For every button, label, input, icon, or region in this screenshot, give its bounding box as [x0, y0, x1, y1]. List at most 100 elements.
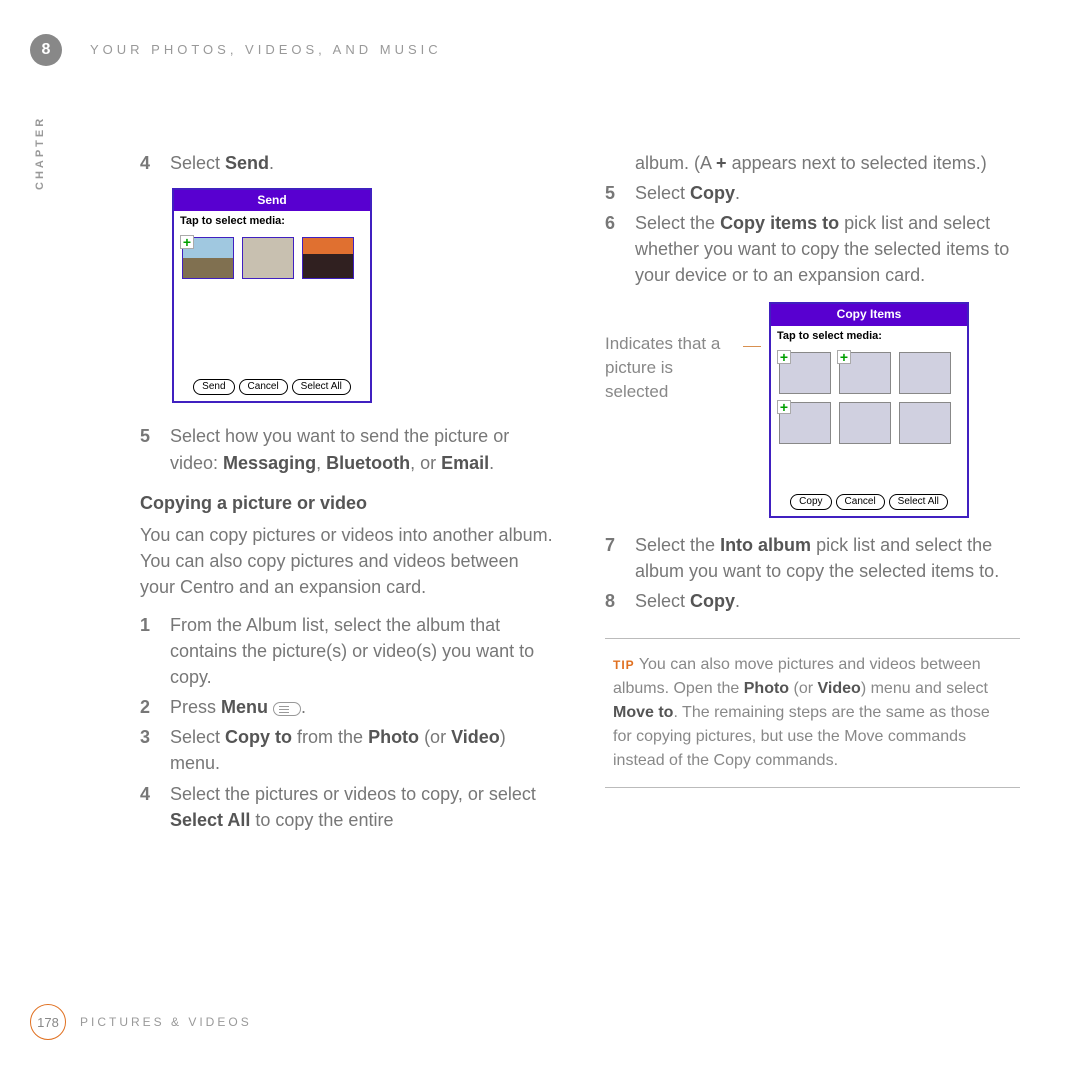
- copy-step-3: 3 Select Copy to from the Photo (or Vide…: [140, 724, 555, 776]
- step-number: 5: [605, 180, 621, 206]
- intro-paragraph: You can copy pictures or videos into ano…: [140, 522, 555, 600]
- step-text: From the Album list, select the album th…: [170, 612, 555, 690]
- tip-label: TIP: [613, 658, 635, 672]
- send-button-row: Send Cancel Select All: [174, 373, 370, 401]
- step-text: Select how you want to send the picture …: [170, 423, 555, 475]
- step-text: Select Copy.: [635, 588, 1020, 614]
- text: from the: [292, 727, 368, 747]
- copy-step-2: 2 Press Menu .: [140, 694, 555, 720]
- bold: Copy: [690, 183, 735, 203]
- chapter-number-badge: 8: [30, 34, 62, 66]
- plus-icon: +: [837, 350, 851, 364]
- bold: Video: [818, 680, 861, 697]
- plus-icon: +: [777, 350, 791, 364]
- chapter-title: YOUR PHOTOS, VIDEOS, AND MUSIC: [90, 42, 442, 57]
- thumbnail: [899, 402, 951, 444]
- step-4-send: 4 Select Send.: [140, 150, 555, 176]
- text: Select the: [635, 213, 720, 233]
- bold: Messaging: [223, 453, 316, 473]
- left-column: 4 Select Send. Send Tap to select media:…: [140, 150, 555, 837]
- step-number: 2: [140, 694, 156, 720]
- cancel-button: Cancel: [836, 494, 885, 510]
- thumbnail: [899, 352, 951, 394]
- step-text: Select the Copy items to pick list and s…: [635, 210, 1020, 288]
- text: Select the pictures or videos to copy, o…: [170, 784, 536, 804]
- bold: Photo: [744, 680, 789, 697]
- step-number: 4: [140, 781, 156, 833]
- text: Select: [170, 153, 225, 173]
- step-number: 6: [605, 210, 621, 288]
- step-text: Select Copy.: [635, 180, 1020, 206]
- text: (or: [789, 680, 817, 697]
- bold: Select All: [170, 810, 250, 830]
- plus-icon: +: [180, 235, 194, 249]
- bold: Into album: [720, 535, 811, 555]
- copy-thumbnails-row2: +: [771, 398, 967, 448]
- select-all-button: Select All: [292, 379, 351, 395]
- send-thumbnails: +: [174, 233, 370, 283]
- footer-section: PICTURES & VIDEOS: [80, 1015, 252, 1029]
- text: Select: [170, 727, 225, 747]
- text: .: [735, 591, 740, 611]
- copy-step-5: 5 Select Copy.: [605, 180, 1020, 206]
- bold: Move to: [613, 704, 673, 721]
- thumbnail-selected: +: [779, 402, 831, 444]
- bold: Copy: [690, 591, 735, 611]
- step-text: Select the Into album pick list and sele…: [635, 532, 1020, 584]
- text: Select: [635, 591, 690, 611]
- callout-line: [743, 346, 761, 347]
- right-column: album. (A + appears next to selected ite…: [605, 150, 1020, 837]
- cancel-button: Cancel: [239, 379, 288, 395]
- bold: Email: [441, 453, 489, 473]
- copy-step-1: 1 From the Album list, select the album …: [140, 612, 555, 690]
- copy-screenshot: Copy Items Tap to select media: + + + Co…: [769, 302, 969, 517]
- text: (or: [419, 727, 451, 747]
- text: .: [269, 153, 274, 173]
- page-number: 178: [30, 1004, 66, 1040]
- thumbnail-selected: +: [182, 237, 234, 279]
- text: Press: [170, 697, 221, 717]
- copy-step-8: 8 Select Copy.: [605, 588, 1020, 614]
- step-5-send-how: 5 Select how you want to send the pictur…: [140, 423, 555, 475]
- thumbnail-selected: +: [779, 352, 831, 394]
- text: Select: [635, 183, 690, 203]
- thumbnail: [242, 237, 294, 279]
- select-all-button: Select All: [889, 494, 948, 510]
- step-number: 7: [605, 532, 621, 584]
- send-screenshot: Send Tap to select media: + Send Cancel …: [172, 188, 372, 403]
- step-number: 8: [605, 588, 621, 614]
- send-dialog-title: Send: [174, 190, 370, 211]
- bold: Menu: [221, 697, 268, 717]
- bold: Send: [225, 153, 269, 173]
- step-text: Press Menu .: [170, 694, 555, 720]
- tip-box: TIP You can also move pictures and video…: [605, 638, 1020, 788]
- text: appears next to selected items.): [727, 153, 987, 173]
- chapter-side-label: CHAPTER: [34, 116, 46, 190]
- step-number: 3: [140, 724, 156, 776]
- text: to copy the entire: [250, 810, 393, 830]
- menu-icon: [273, 702, 301, 716]
- continued-text: album. (A + appears next to selected ite…: [605, 150, 1020, 176]
- bold: +: [716, 153, 727, 173]
- step-text: Select Send.: [170, 150, 555, 176]
- send-dialog-subtitle: Tap to select media:: [174, 211, 370, 233]
- step-number: 5: [140, 423, 156, 475]
- thumbnail: [839, 402, 891, 444]
- section-heading-copying: Copying a picture or video: [140, 490, 555, 516]
- copy-button: Copy: [790, 494, 831, 510]
- bold: Video: [451, 727, 500, 747]
- bold: Bluetooth: [326, 453, 410, 473]
- step-text: Select the pictures or videos to copy, o…: [170, 781, 555, 833]
- step-text: album. (A + appears next to selected ite…: [635, 150, 1020, 176]
- step-number: 1: [140, 612, 156, 690]
- text: .: [735, 183, 740, 203]
- copy-step-4: 4 Select the pictures or videos to copy,…: [140, 781, 555, 833]
- text: Select the: [635, 535, 720, 555]
- step-number: 4: [140, 150, 156, 176]
- footer: 178 PICTURES & VIDEOS: [30, 1004, 252, 1040]
- text: album. (A: [635, 153, 716, 173]
- copy-button-row: Copy Cancel Select All: [771, 488, 967, 516]
- bold: Copy items to: [720, 213, 839, 233]
- text: ,: [316, 453, 326, 473]
- copy-step-6: 6 Select the Copy items to pick list and…: [605, 210, 1020, 288]
